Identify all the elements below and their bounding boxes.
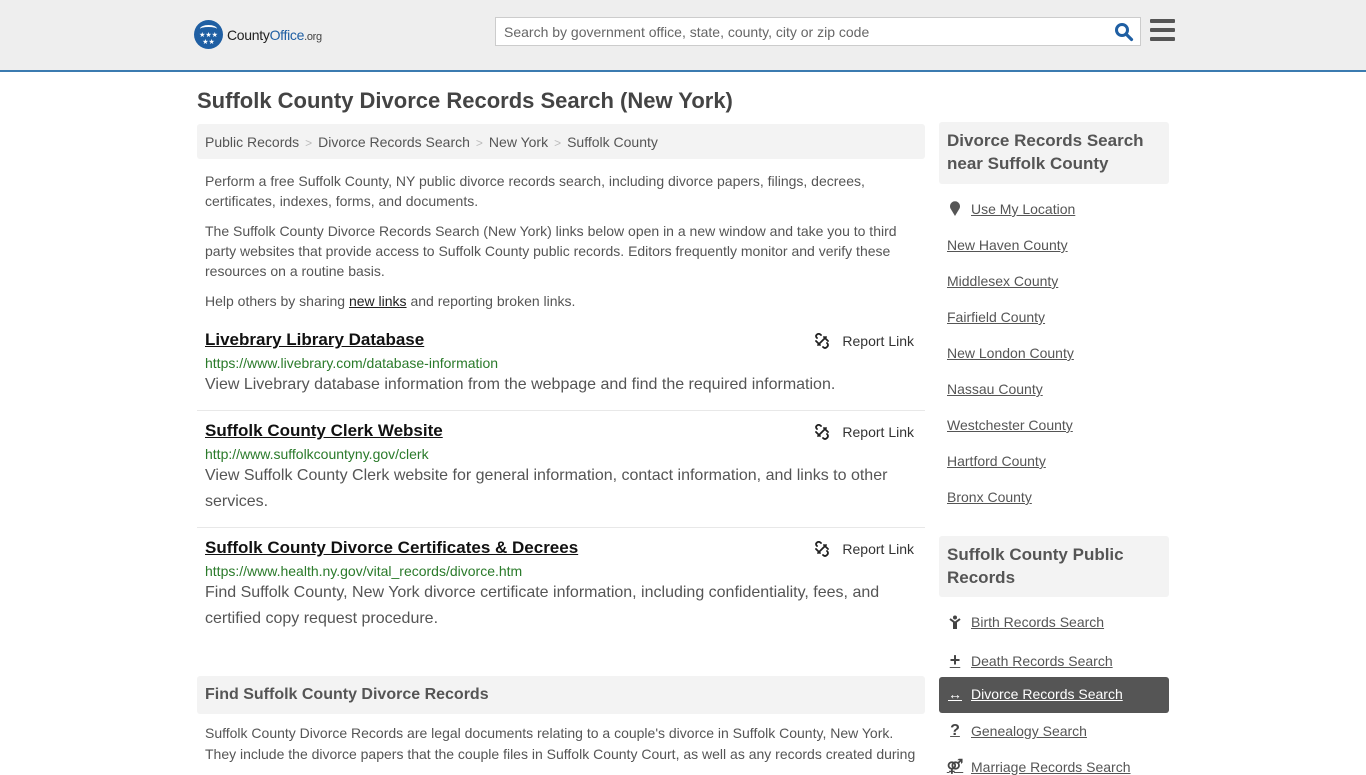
result-url: https://www.livebrary.com/database-infor… xyxy=(205,355,499,371)
sidebar-item-divorce-records[interactable]: ↔ Divorce Records Search xyxy=(947,686,1123,702)
breadcrumb-suffolk-county[interactable]: Suffolk County xyxy=(567,134,658,150)
nearby-county-link[interactable]: Middlesex County xyxy=(947,273,1058,289)
arrows-horizontal-icon: ↔ xyxy=(948,686,962,702)
search-bar xyxy=(495,17,1141,46)
nearby-county-link[interactable]: Nassau County xyxy=(947,381,1043,397)
broken-link-icon xyxy=(815,333,830,349)
result-url: http://www.suffolkcountyny.gov/clerk xyxy=(205,446,429,462)
find-records-heading: Find Suffolk County Divorce Records xyxy=(197,676,925,714)
report-link-button[interactable]: Report Link xyxy=(814,333,914,349)
nearby-county-link[interactable]: Hartford County xyxy=(947,453,1046,469)
result-description: View Livebrary database information from… xyxy=(205,376,836,393)
broken-link-icon xyxy=(815,424,830,440)
map-pin-icon xyxy=(947,201,963,217)
use-my-location-link[interactable]: Use My Location xyxy=(947,201,1075,217)
nearby-county-link[interactable]: New London County xyxy=(947,345,1074,361)
site-logo[interactable]: ★★★ ★★ CountyOffice.org xyxy=(194,20,322,49)
report-link-button[interactable]: Report Link xyxy=(814,541,914,557)
breadcrumb-divorce-records-search[interactable]: Divorce Records Search xyxy=(318,134,470,150)
sidebar-item-death-records[interactable]: + Death Records Search xyxy=(947,650,1113,671)
sidebar-item-marriage-records[interactable]: ⚤ Marriage Records Search xyxy=(947,758,1131,775)
breadcrumb-separator: > xyxy=(554,136,562,150)
search-button[interactable] xyxy=(1114,22,1134,42)
hamburger-menu-icon[interactable] xyxy=(1150,19,1175,42)
sidebar-item-birth-records[interactable]: Birth Records Search xyxy=(947,614,1104,630)
result-url: https://www.health.ny.gov/vital_records/… xyxy=(205,563,523,579)
breadcrumb-public-records[interactable]: Public Records xyxy=(205,134,299,150)
nearby-county-link[interactable]: Bronx County xyxy=(947,489,1032,505)
find-records-body: Suffolk County Divorce Records are legal… xyxy=(205,725,916,762)
marriage-icon: ⚤ xyxy=(946,758,964,774)
search-input[interactable] xyxy=(496,18,1096,45)
child-icon xyxy=(947,615,963,629)
intro-text: Perform a free Suffolk County, NY public… xyxy=(205,171,915,321)
plus-icon: + xyxy=(949,650,961,670)
intro-paragraph: The Suffolk County Divorce Records Searc… xyxy=(205,223,897,279)
breadcrumb-new-york[interactable]: New York xyxy=(489,134,548,150)
result-title-link[interactable]: Livebrary Library Database xyxy=(205,330,424,350)
result-item: Suffolk County Clerk Website Report Link… xyxy=(197,421,925,528)
breadcrumb-separator: > xyxy=(475,136,483,150)
result-item: Suffolk County Divorce Certificates & De… xyxy=(197,538,925,638)
nearby-heading: Divorce Records Search near Suffolk Coun… xyxy=(939,122,1169,184)
nearby-county-link[interactable]: Fairfield County xyxy=(947,309,1045,325)
eagle-logo-icon: ★★★ ★★ xyxy=(194,20,223,49)
intro-paragraph: Perform a free Suffolk County, NY public… xyxy=(205,173,865,209)
page-title: Suffolk County Divorce Records Search (N… xyxy=(197,88,733,113)
logo-text: CountyOffice.org xyxy=(227,26,322,43)
breadcrumb: Public Records > Divorce Records Search > Ne… xyxy=(197,124,925,159)
broken-link-icon xyxy=(815,541,830,557)
nearby-county-link[interactable]: Westchester County xyxy=(947,417,1073,433)
nearby-county-link[interactable]: New Haven County xyxy=(947,237,1068,253)
result-description: View Suffolk County Clerk website for ge… xyxy=(205,467,888,510)
result-title-link[interactable]: Suffolk County Divorce Certificates & De… xyxy=(205,538,578,558)
site-header: ★★★ ★★ CountyOffice.org xyxy=(0,0,1366,72)
report-link-button[interactable]: Report Link xyxy=(814,424,914,440)
intro-help-paragraph: Help others by sharing new links and rep… xyxy=(205,293,576,309)
result-title-link[interactable]: Suffolk County Clerk Website xyxy=(205,421,443,441)
breadcrumb-separator: > xyxy=(305,136,313,150)
question-icon: ? xyxy=(950,722,960,739)
result-description: Find Suffolk County, New York divorce ce… xyxy=(205,584,880,627)
public-records-heading: Suffolk County Public Records xyxy=(939,536,1169,597)
result-item: Livebrary Library Database Report Link h… xyxy=(197,330,925,411)
new-links-link[interactable]: new links xyxy=(349,293,407,309)
sidebar-item-genealogy[interactable]: ? Genealogy Search xyxy=(947,722,1087,740)
search-icon xyxy=(1115,23,1134,42)
